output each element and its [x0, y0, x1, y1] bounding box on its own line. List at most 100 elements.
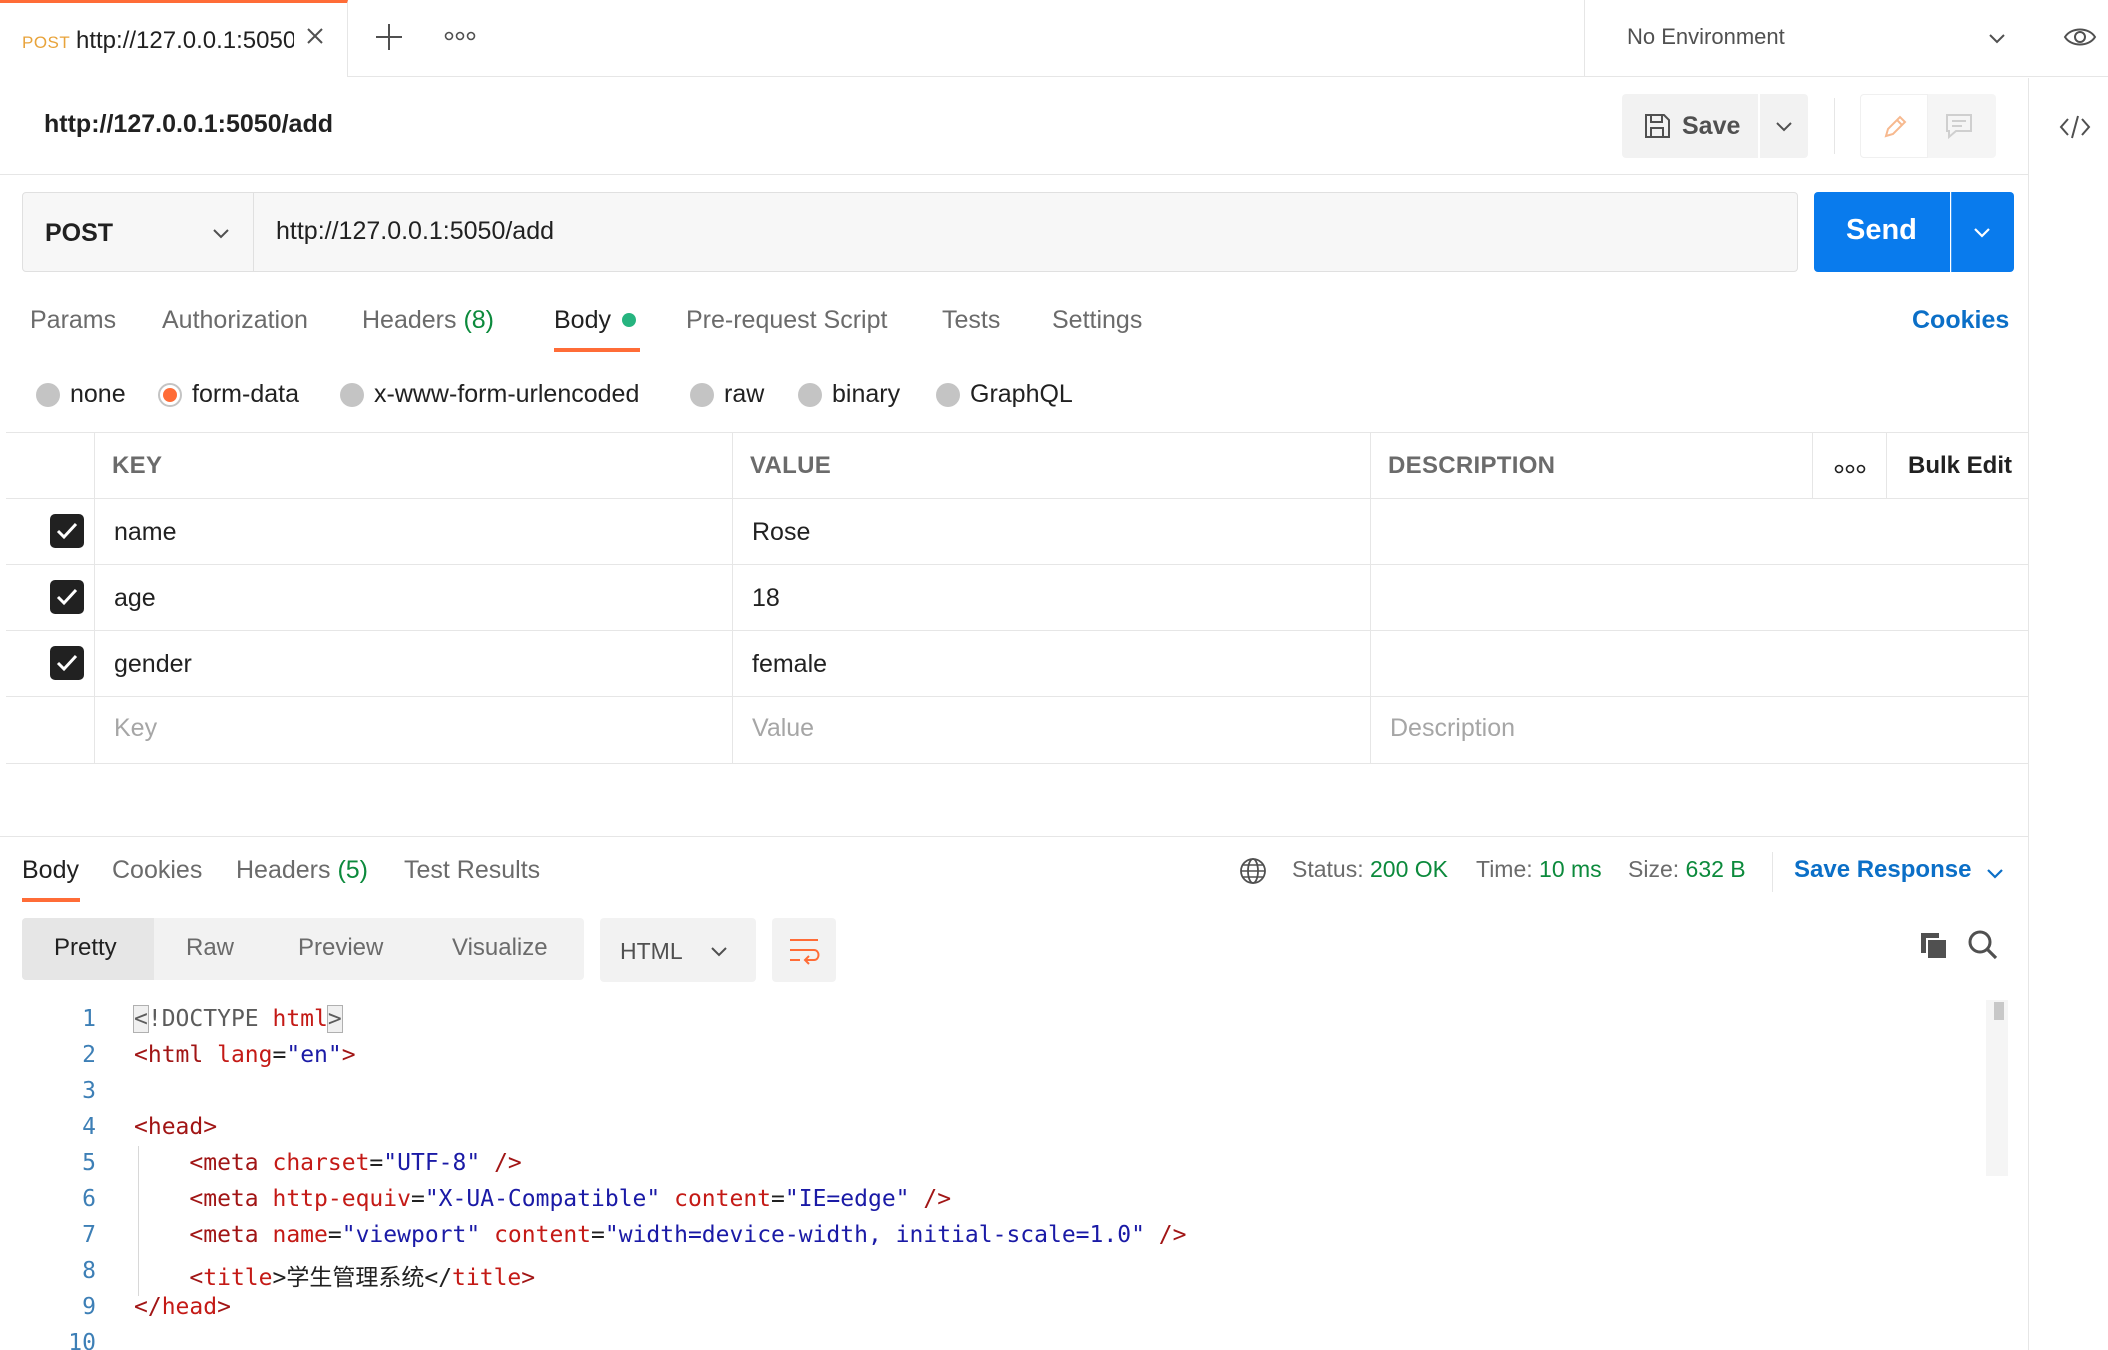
line-number: 3 [82, 1078, 96, 1104]
tab-settings[interactable]: Settings [1052, 306, 1142, 335]
save-button[interactable]: Save [1622, 94, 1758, 158]
code-tag: <meta [134, 1222, 273, 1248]
format-pretty-label[interactable]: Pretty [54, 934, 117, 962]
response-tab-test-results[interactable]: Test Results [404, 856, 540, 885]
response-size: Size: 632 B [1628, 856, 1746, 883]
code-tag: /> [909, 1186, 952, 1212]
row-value[interactable]: female [752, 650, 827, 679]
chevron-down-icon[interactable] [1984, 862, 2006, 889]
response-tab-cookies[interactable]: Cookies [112, 856, 202, 885]
more-options-icon[interactable] [1834, 460, 1866, 483]
tab-tests[interactable]: Tests [942, 306, 1000, 335]
row-value[interactable]: 18 [752, 584, 780, 613]
format-raw-button[interactable]: Raw [186, 934, 234, 962]
response-tab-body[interactable]: Body [22, 856, 79, 885]
url-input[interactable]: http://127.0.0.1:5050/add [254, 192, 1798, 272]
code-snippet-icon[interactable] [2058, 112, 2092, 147]
edit-documentation-button[interactable] [1860, 94, 1928, 158]
code-attr: charset [272, 1150, 370, 1176]
environment-selector[interactable]: No Environment [1584, 0, 2108, 77]
size-value: 632 B [1685, 856, 1746, 882]
row-value[interactable]: Rose [752, 518, 810, 547]
table-column-divider [1886, 432, 1887, 498]
code-line: <meta http-equiv="X-UA-Compatible" conte… [134, 1186, 951, 1212]
tab-headers[interactable]: Headers (8) [362, 306, 494, 335]
code-tag: <meta [134, 1186, 273, 1212]
indent-guide [138, 1146, 139, 1296]
body-status-dot [622, 313, 636, 327]
code-attr: content [494, 1222, 592, 1248]
table-divider [6, 498, 2028, 499]
save-options-dropdown[interactable] [1760, 94, 1808, 158]
code-line: <title>学生管理系统</title> [134, 1258, 535, 1292]
code-line: <meta charset="UTF-8" /> [134, 1150, 521, 1176]
response-divider [0, 836, 2028, 837]
radio-label: raw [724, 380, 765, 408]
response-tab-headers[interactable]: Headers (5) [236, 856, 368, 885]
environment-label: No Environment [1627, 24, 1785, 49]
tab-authorization[interactable]: Authorization [162, 306, 308, 335]
close-tab-icon[interactable] [304, 25, 326, 52]
chevron-down-icon [1970, 220, 1994, 249]
eye-icon[interactable] [2063, 22, 2097, 57]
response-code-viewer[interactable]: 1 2 3 4 5 6 7 8 9 10 <!DOCTYPE html> <ht… [0, 1000, 2000, 1350]
time-value: 10 ms [1539, 856, 1602, 882]
bulk-edit-button[interactable]: Bulk Edit [1908, 452, 2012, 480]
radio-label: none [70, 380, 126, 408]
row-checkbox[interactable] [50, 580, 84, 614]
table-column-divider [732, 432, 733, 764]
format-preview-button[interactable]: Preview [298, 934, 383, 962]
radio-label: binary [832, 380, 901, 408]
tab-title: http://127.0.0.1:5050/ [76, 27, 294, 54]
code-punct: = [272, 1042, 287, 1068]
tab-pre-request-script[interactable]: Pre-request Script [686, 306, 887, 335]
code-punct: = [591, 1222, 605, 1248]
new-tab-plus-icon[interactable] [372, 20, 406, 59]
send-options-dropdown[interactable] [1951, 192, 2014, 272]
cookies-link[interactable]: Cookies [1912, 306, 2009, 335]
row-key[interactable]: age [114, 584, 156, 613]
divider [0, 174, 2028, 175]
form-data-table [6, 432, 2028, 764]
globe-icon[interactable] [1238, 856, 1268, 891]
new-description-input[interactable]: Description [1390, 714, 1515, 743]
line-number: 2 [82, 1042, 96, 1068]
code-punct: = [369, 1150, 384, 1176]
row-checkbox[interactable] [50, 514, 84, 548]
search-icon[interactable] [1966, 928, 2000, 967]
save-response-button[interactable]: Save Response [1794, 856, 1971, 884]
code-line: <head> [134, 1114, 217, 1140]
language-select[interactable]: HTML [600, 918, 756, 982]
tab-params[interactable]: Params [30, 306, 116, 335]
http-method-select[interactable]: POST [22, 192, 254, 272]
format-visualize-button[interactable]: Visualize [452, 934, 548, 962]
radio-label: form-data [192, 380, 299, 408]
code-line: <!DOCTYPE html> [133, 1005, 343, 1033]
code-tag: > [341, 1042, 356, 1068]
send-button[interactable]: Send [1814, 192, 1950, 272]
code-scrollbar-thumb[interactable] [1994, 1002, 2004, 1020]
chevron-down-icon [1985, 26, 2009, 55]
new-value-input[interactable]: Value [752, 714, 814, 743]
bracket-match: > [326, 1005, 343, 1033]
new-key-input[interactable]: Key [114, 714, 157, 743]
right-side-panel [2028, 78, 2108, 1350]
row-checkbox[interactable] [50, 646, 84, 680]
code-string: "en" [286, 1042, 342, 1068]
row-key[interactable]: gender [114, 650, 192, 679]
comment-icon[interactable] [1944, 112, 1974, 145]
status-divider [1772, 852, 1773, 892]
radio-circle [690, 383, 714, 407]
radio-circle-selected [158, 383, 182, 407]
copy-icon[interactable] [1918, 930, 1950, 967]
chevron-down-icon [209, 221, 233, 250]
wrap-lines-button[interactable] [772, 918, 836, 982]
more-tabs-icon[interactable] [444, 26, 476, 51]
request-tab-active[interactable]: POST http://127.0.0.1:5050/ [0, 0, 348, 77]
code-scrollbar[interactable] [1986, 1000, 2008, 1176]
toolbar-divider [1834, 98, 1835, 154]
tab-body[interactable]: Body [554, 306, 611, 335]
row-key[interactable]: name [114, 518, 177, 547]
line-number: 9 [82, 1294, 96, 1320]
